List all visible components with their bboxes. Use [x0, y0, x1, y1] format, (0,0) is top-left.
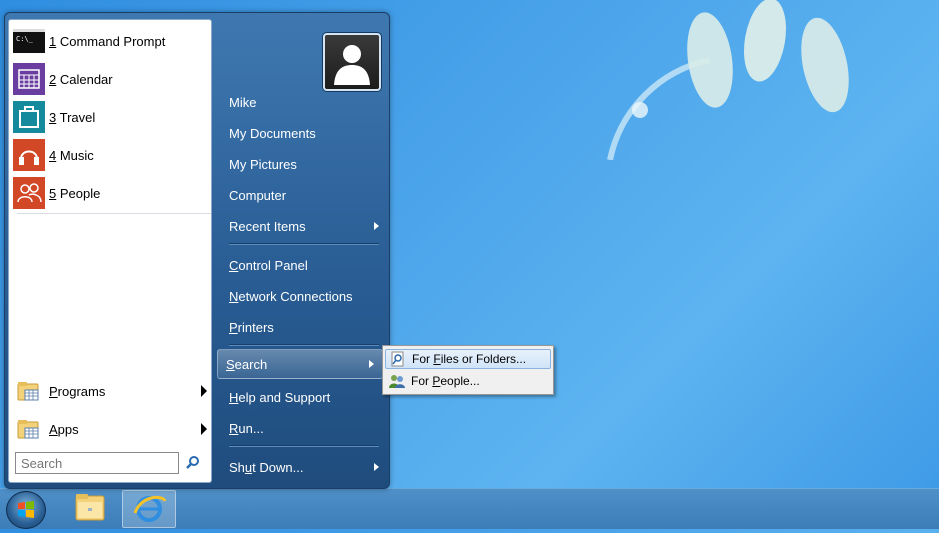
pinned-item-label: 1 Command Prompt [49, 33, 166, 49]
shut-down-item[interactable]: Shut Down... [221, 452, 387, 482]
submenu-arrow-icon [369, 360, 374, 368]
user-avatar[interactable] [323, 33, 381, 91]
run-label: Run... [229, 420, 264, 436]
pinned-item-label: 4 Music [49, 147, 94, 163]
help-and-support-item[interactable]: Help and Support [221, 382, 387, 412]
submenu-arrow-icon [201, 423, 207, 435]
my-documents-label: My Documents [229, 125, 316, 141]
recent-items-item[interactable]: Recent Items [221, 211, 387, 241]
start-search-input[interactable] [15, 452, 179, 474]
for-people-item[interactable]: For People... [385, 371, 551, 391]
people-icon [13, 177, 45, 209]
calendar-icon [13, 63, 45, 95]
folder-icon [75, 494, 105, 521]
file-search-icon [390, 351, 406, 367]
right-separator [229, 243, 379, 245]
pinned-item-command-prompt[interactable]: C:\_ 1 Command Prompt [13, 24, 209, 58]
pinned-item-music[interactable]: 4 Music [13, 138, 209, 172]
search-icon[interactable] [185, 455, 201, 471]
recent-items-label: Recent Items [229, 218, 306, 234]
pinned-item-travel[interactable]: 3 Travel [13, 100, 209, 134]
user-silhouette-icon [334, 45, 370, 85]
my-pictures-label: My Pictures [229, 156, 297, 172]
user-name: Mike [229, 94, 257, 110]
computer-label: Computer [229, 187, 287, 203]
submenu-arrow-icon [374, 222, 379, 230]
programs-item[interactable]: Programs [17, 376, 213, 406]
search-submenu: For Files or Folders... For People... [382, 345, 554, 395]
travel-icon [13, 101, 45, 133]
start-button[interactable] [6, 491, 46, 529]
internet-explorer-icon [133, 495, 167, 522]
people-search-icon [389, 373, 405, 389]
control-panel-label: Control Panel [229, 257, 308, 273]
search-label: Search [226, 356, 268, 372]
submenu-arrow-icon [201, 385, 207, 397]
wallpaper-flower [607, 0, 849, 160]
apps-label: Apps [49, 421, 79, 437]
for-people-label: For People... [411, 374, 480, 388]
command-prompt-icon: C:\_ [13, 25, 45, 57]
network-connections-label: Network Connections [229, 288, 353, 304]
search-item[interactable]: Search [217, 349, 383, 379]
pinned-item-label: 5 People [49, 185, 101, 201]
right-separator [229, 445, 379, 447]
programs-folder-icon [17, 379, 41, 403]
network-connections-item[interactable]: Network Connections [221, 281, 387, 311]
svg-text:C:\_: C:\_ [16, 35, 34, 43]
windows-logo-icon [18, 501, 34, 518]
apps-item[interactable]: Apps [17, 414, 213, 444]
pinned-item-label: 2 Calendar [49, 71, 113, 87]
run-item[interactable]: Run... [221, 413, 387, 443]
left-separator [17, 213, 211, 214]
computer-item[interactable]: Computer [221, 180, 387, 210]
my-documents-item[interactable]: My Documents [221, 118, 387, 148]
printers-label: Printers [229, 319, 274, 335]
pinned-item-calendar[interactable]: 2 Calendar [13, 62, 209, 96]
printers-item[interactable]: Printers [221, 312, 387, 342]
submenu-arrow-icon [374, 463, 379, 471]
programs-label: Programs [49, 383, 106, 399]
right-separator [229, 344, 379, 346]
for-files-or-folders-label: For Files or Folders... [412, 352, 527, 366]
music-icon [13, 139, 45, 171]
shut-down-label: Shut Down... [229, 459, 304, 475]
pinned-item-label: 3 Travel [49, 109, 96, 125]
pinned-item-people[interactable]: 5 People [13, 176, 209, 210]
my-pictures-item[interactable]: My Pictures [221, 149, 387, 179]
user-folder-item[interactable]: Mike [221, 87, 387, 117]
taskbar-file-explorer[interactable] [64, 490, 116, 526]
taskbar-internet-explorer[interactable] [122, 490, 176, 528]
control-panel-item[interactable]: Control Panel [221, 250, 387, 280]
apps-folder-icon [17, 417, 41, 441]
for-files-or-folders-item[interactable]: For Files or Folders... [385, 349, 551, 369]
start-menu-left-pane: C:\_ 1 Command Prompt 2 Calendar 3 Trave… [8, 19, 212, 483]
help-and-support-label: Help and Support [229, 389, 331, 405]
